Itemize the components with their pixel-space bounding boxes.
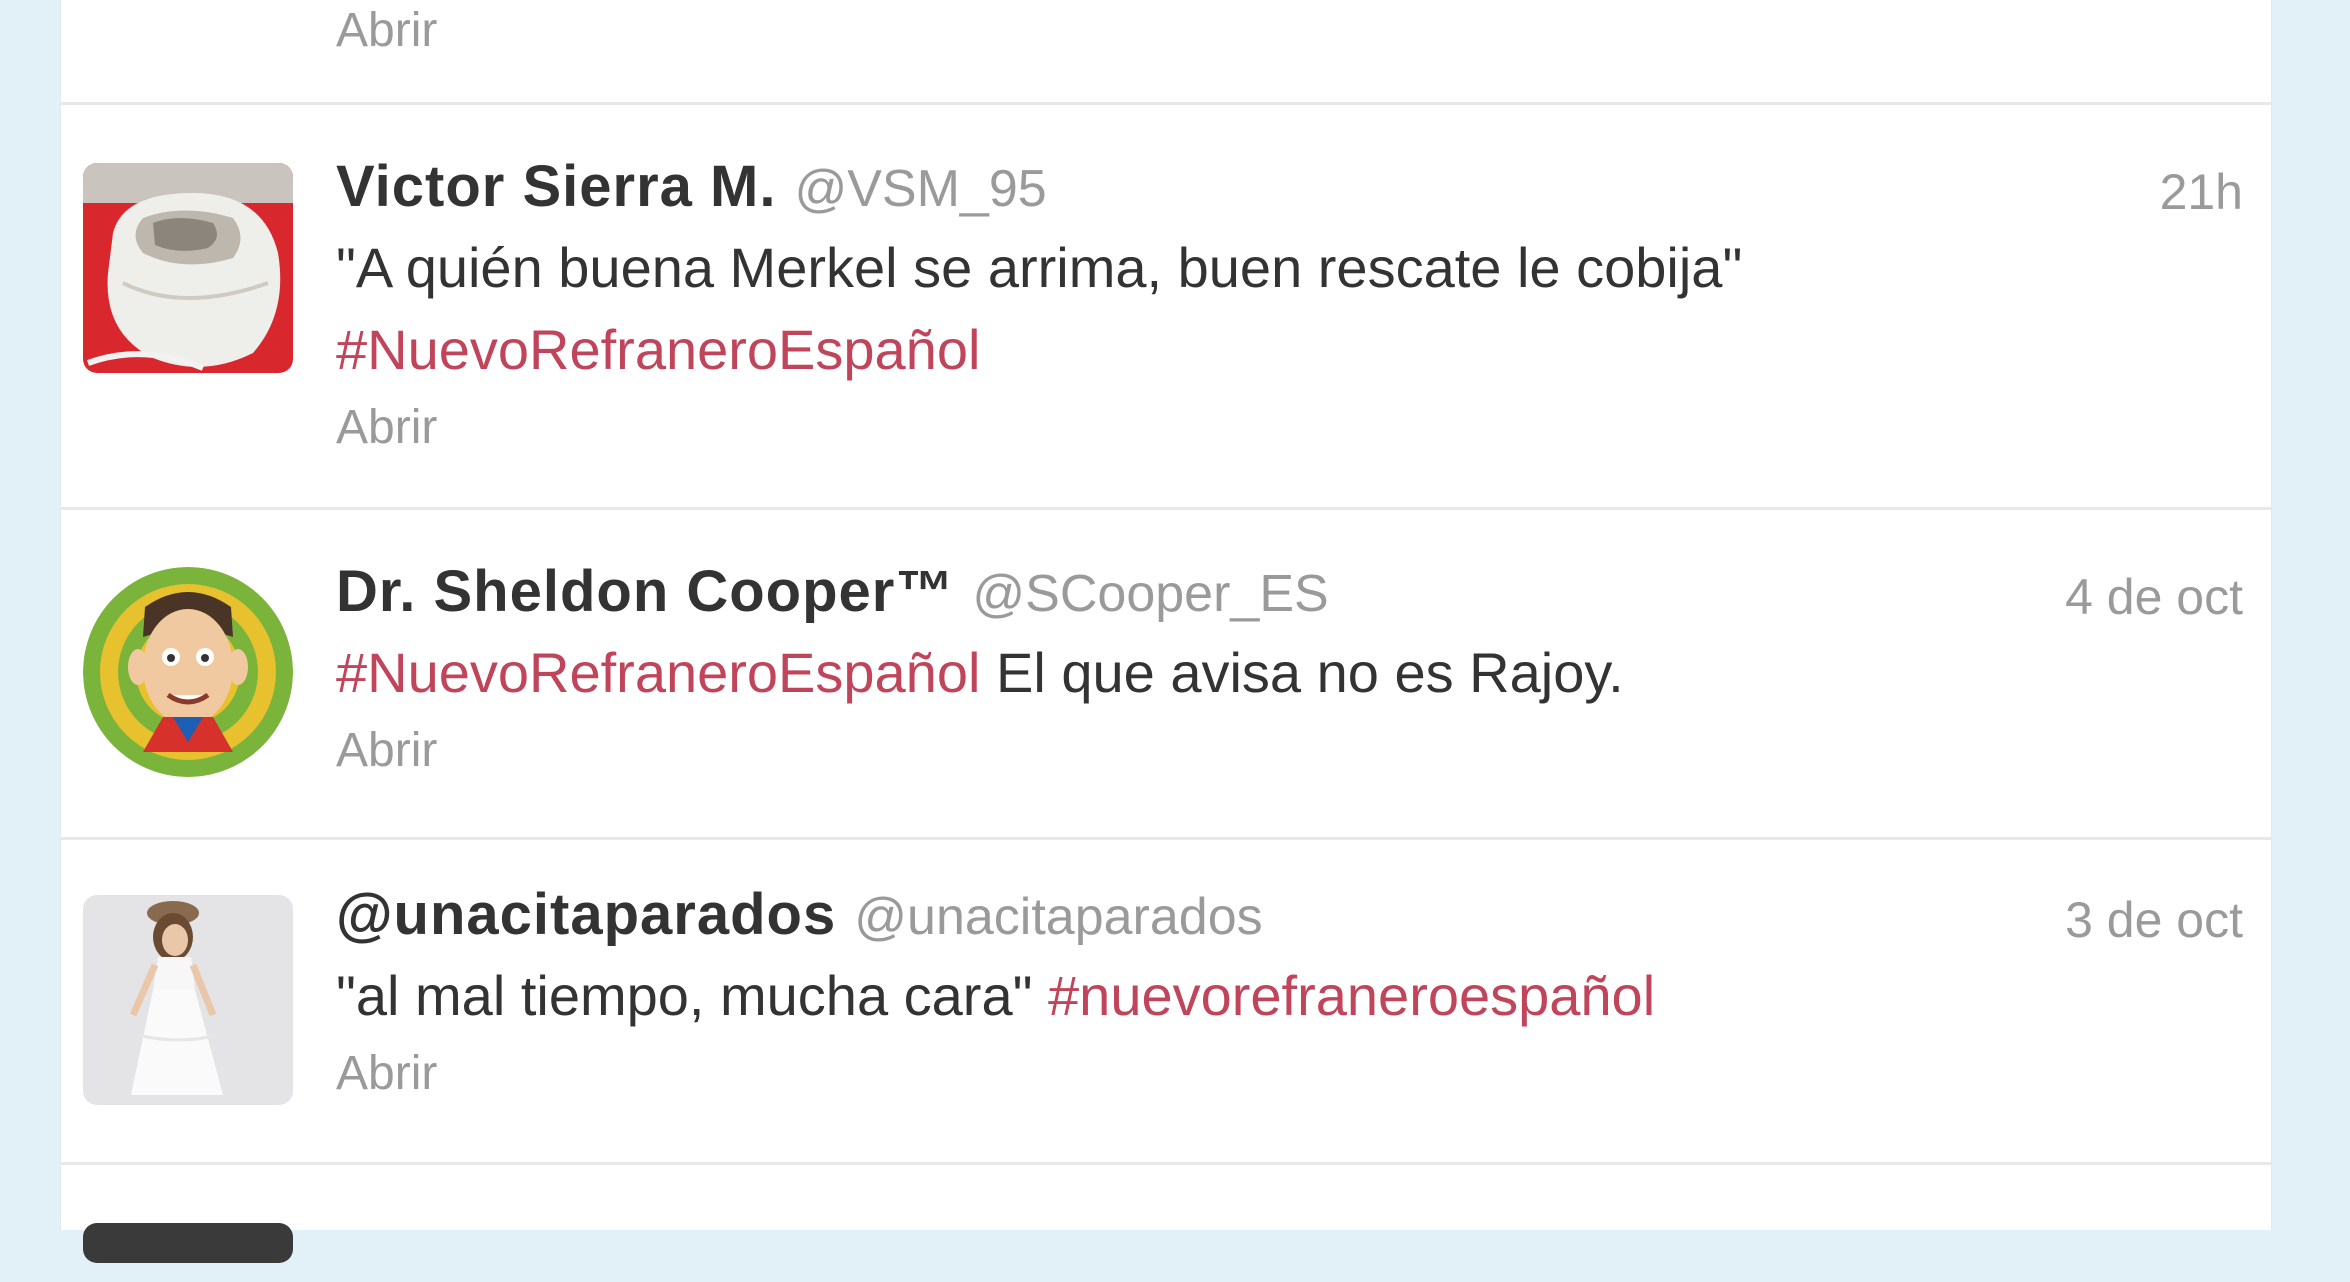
avatar[interactable] bbox=[83, 895, 293, 1105]
tweet-text: #NuevoRefraneroEspañol El que avisa no e… bbox=[336, 634, 2243, 712]
woman-in-white-dress-photo-icon bbox=[83, 895, 293, 1105]
tweet-timestamp[interactable]: 21h bbox=[2160, 163, 2243, 221]
tweet-text-body: "al mal tiempo, mucha cara" bbox=[336, 964, 1049, 1027]
open-link[interactable]: Abrir bbox=[336, 389, 2243, 467]
tweet-text: "al mal tiempo, mucha cara" #nuevorefran… bbox=[336, 957, 2243, 1035]
avatar[interactable] bbox=[83, 163, 293, 373]
avatar[interactable] bbox=[83, 567, 293, 777]
hashtag-link[interactable]: #NuevoRefraneroEspañol bbox=[336, 641, 980, 704]
open-link[interactable]: Abrir bbox=[336, 712, 2243, 790]
author-name[interactable]: Dr. Sheldon Cooper™ bbox=[336, 559, 954, 624]
author-handle[interactable]: @VSM_95 bbox=[794, 160, 1046, 218]
tweet-content: @unacitaparados @unacitaparados 3 de oct … bbox=[336, 881, 2243, 1113]
author-name[interactable]: @unacitaparados bbox=[336, 882, 836, 947]
tweet-text-body: El que avisa no es Rajoy. bbox=[980, 641, 1624, 704]
tweet-item[interactable]: Victor Sierra M. @VSM_95 21h "A quién bue… bbox=[61, 102, 2271, 507]
tweet-timestamp[interactable]: 3 de oct bbox=[2065, 891, 2243, 949]
hashtag-link[interactable]: #NuevoRefraneroEspañol bbox=[336, 318, 980, 381]
computer-mouse-photo-icon bbox=[83, 163, 293, 373]
tweet-text: "A quién buena Merkel se arrima, buen re… bbox=[336, 236, 1743, 299]
tweet-timestamp[interactable]: 4 de oct bbox=[2065, 568, 2243, 626]
sheldon-caricature-icon bbox=[83, 567, 293, 777]
open-link[interactable]: Abrir bbox=[336, 0, 437, 70]
tweet-header: @unacitaparados @unacitaparados 3 de oct bbox=[336, 881, 2243, 953]
tweet-content: Victor Sierra M. @VSM_95 21h "A quién bue… bbox=[336, 153, 2243, 467]
author-handle[interactable]: @unacitaparados bbox=[854, 888, 1262, 946]
tweet-timeline: Abrir Victor Sierra M. @VSM_95 21h "A qui… bbox=[60, 0, 2272, 1263]
author-name[interactable]: Victor Sierra M. bbox=[336, 154, 776, 219]
avatar[interactable] bbox=[83, 1223, 293, 1263]
tweet-item[interactable]: Dr. Sheldon Cooper™ @SCooper_ES 4 de oct … bbox=[61, 507, 2271, 837]
tweet-header: Dr. Sheldon Cooper™ @SCooper_ES 4 de oct bbox=[336, 558, 2243, 630]
tweet-item[interactable]: @unacitaparados @unacitaparados 3 de oct … bbox=[61, 837, 2271, 1162]
open-link[interactable]: Abrir bbox=[336, 1035, 2243, 1113]
tweet-text-hashtag-line: #NuevoRefraneroEspañol bbox=[336, 311, 2243, 389]
tweet-partial-top[interactable]: Abrir bbox=[61, 0, 2271, 105]
tweet-header: Victor Sierra M. @VSM_95 21h bbox=[336, 153, 2243, 225]
tweet-partial-bottom[interactable] bbox=[61, 1162, 2271, 1282]
hashtag-link[interactable]: #nuevorefraneroespañol bbox=[1048, 964, 1655, 1027]
author-handle[interactable]: @SCooper_ES bbox=[972, 565, 1328, 623]
tweet-content: Dr. Sheldon Cooper™ @SCooper_ES 4 de oct … bbox=[336, 558, 2243, 790]
